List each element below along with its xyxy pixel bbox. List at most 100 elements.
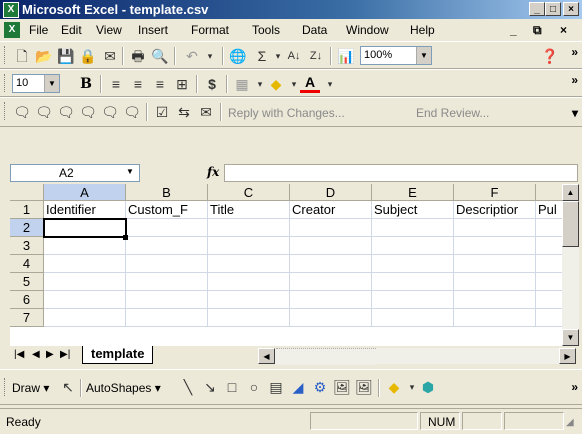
- toolbar-options-icon[interactable]: »: [571, 380, 578, 394]
- show-all-comments-icon[interactable]: 🗨: [100, 102, 120, 122]
- doc-restore-button[interactable]: ⧉: [533, 23, 542, 38]
- send-to-mail-recipient-icon[interactable]: ✉: [196, 102, 216, 122]
- last-sheet-icon[interactable]: ▶|: [60, 349, 70, 360]
- cell-c4[interactable]: [208, 255, 290, 273]
- 3d-style-icon[interactable]: ⬢: [418, 377, 438, 397]
- cell-e3[interactable]: [372, 237, 454, 255]
- vertical-scrollbar[interactable]: ▲ ▼: [562, 184, 579, 346]
- cell-a6[interactable]: [44, 291, 126, 309]
- cell-f2[interactable]: [454, 219, 536, 237]
- menu-format[interactable]: Format: [191, 23, 229, 37]
- cell-f6[interactable]: [454, 291, 536, 309]
- toolbar-grip[interactable]: [4, 46, 8, 64]
- menu-edit[interactable]: Edit: [61, 23, 82, 37]
- cell-d6[interactable]: [290, 291, 372, 309]
- cell-c1[interactable]: Title: [208, 201, 290, 219]
- column-header-a[interactable]: A: [44, 184, 126, 201]
- doc-close-button[interactable]: ×: [560, 23, 567, 37]
- chevron-down-icon[interactable]: ▼: [44, 75, 59, 92]
- cell-d5[interactable]: [290, 273, 372, 291]
- previous-comment-icon[interactable]: 🗨: [34, 102, 54, 122]
- cell-c2[interactable]: [208, 219, 290, 237]
- merge-center-icon[interactable]: ⊞: [172, 74, 192, 94]
- cell-g1[interactable]: Pul: [536, 201, 562, 219]
- insert-function-icon[interactable]: fx: [207, 165, 219, 179]
- cell-d3[interactable]: [290, 237, 372, 255]
- cell-e2[interactable]: [372, 219, 454, 237]
- close-button[interactable]: ×: [563, 2, 579, 16]
- cell-a1[interactable]: Identifier: [44, 201, 126, 219]
- undo-dropdown-icon[interactable]: ▾: [200, 46, 220, 66]
- picture-icon[interactable]: 🖼: [354, 377, 374, 397]
- row-header-7[interactable]: 7: [10, 309, 44, 327]
- cell-f4[interactable]: [454, 255, 536, 273]
- reply-with-changes-button[interactable]: Reply with Changes...: [228, 106, 345, 120]
- menu-file[interactable]: File: [29, 23, 48, 37]
- row-header-4[interactable]: 4: [10, 255, 44, 273]
- name-box-dropdown-icon[interactable]: ▼: [126, 167, 134, 176]
- cell-f1[interactable]: Descriptior: [454, 201, 536, 219]
- cell-f3[interactable]: [454, 237, 536, 255]
- cell-d7[interactable]: [290, 309, 372, 327]
- vertical-scroll-thumb[interactable]: [562, 201, 579, 247]
- cell-b1[interactable]: Custom_F: [126, 201, 208, 219]
- cell-e7[interactable]: [372, 309, 454, 327]
- toolbar-grip[interactable]: [4, 378, 8, 396]
- cell-b2[interactable]: [126, 219, 208, 237]
- oval-icon[interactable]: ○: [244, 377, 264, 397]
- bold-button[interactable]: B: [76, 74, 96, 94]
- cell-g4[interactable]: [536, 255, 562, 273]
- cell-f5[interactable]: [454, 273, 536, 291]
- first-sheet-icon[interactable]: |◀: [14, 349, 24, 360]
- cell-d2[interactable]: [290, 219, 372, 237]
- formula-input[interactable]: [224, 164, 578, 182]
- fill-color-icon[interactable]: ◆: [266, 74, 286, 94]
- cell-c6[interactable]: [208, 291, 290, 309]
- sort-ascending-icon[interactable]: A↓: [284, 46, 304, 66]
- row-header-1[interactable]: 1: [10, 201, 44, 219]
- previous-sheet-icon[interactable]: ◀: [32, 349, 40, 360]
- cell-b4[interactable]: [126, 255, 208, 273]
- print-preview-icon[interactable]: 🔍: [150, 46, 170, 66]
- cell-a4[interactable]: [44, 255, 126, 273]
- zoom-combo[interactable]: 100% ▼: [360, 46, 432, 65]
- delete-comment-icon[interactable]: 🗨: [122, 102, 142, 122]
- cell-d1[interactable]: Creator: [290, 201, 372, 219]
- show-comment-icon[interactable]: 🗨: [78, 102, 98, 122]
- scroll-right-icon[interactable]: ▶: [559, 348, 576, 364]
- cell-b6[interactable]: [126, 291, 208, 309]
- column-header-d[interactable]: D: [290, 184, 372, 201]
- active-cell[interactable]: [43, 218, 127, 238]
- row-header-5[interactable]: 5: [10, 273, 44, 291]
- cell-b7[interactable]: [126, 309, 208, 327]
- select-objects-icon[interactable]: ↖: [58, 377, 78, 397]
- align-left-icon[interactable]: ≡: [106, 74, 126, 94]
- horizontal-scrollbar[interactable]: ◀ ▶: [258, 348, 576, 365]
- help-icon[interactable]: ❓: [540, 46, 560, 66]
- select-all-button[interactable]: [10, 184, 44, 201]
- cell-e6[interactable]: [372, 291, 454, 309]
- line-icon[interactable]: ╲: [178, 377, 198, 397]
- hyperlink-icon[interactable]: 🌐: [228, 46, 248, 66]
- font-color-dropdown-icon[interactable]: ▾: [320, 74, 340, 94]
- toolbar-options-icon[interactable]: »: [571, 45, 578, 59]
- restore-button[interactable]: □: [545, 2, 561, 16]
- cell-b5[interactable]: [126, 273, 208, 291]
- next-comment-icon[interactable]: 🗨: [56, 102, 76, 122]
- next-sheet-icon[interactable]: ▶: [46, 349, 54, 360]
- draw-menu-button[interactable]: Draw ▾: [12, 381, 49, 395]
- menu-view[interactable]: View: [96, 23, 122, 37]
- workbook-icon[interactable]: X: [4, 22, 20, 38]
- column-header-f[interactable]: F: [454, 184, 536, 201]
- column-header-g[interactable]: [536, 184, 562, 201]
- borders-icon[interactable]: ▦: [232, 74, 252, 94]
- cell-e5[interactable]: [372, 273, 454, 291]
- open-icon[interactable]: 📂: [34, 46, 54, 66]
- cell-g2[interactable]: [536, 219, 562, 237]
- column-header-e[interactable]: E: [372, 184, 454, 201]
- cell-g5[interactable]: [536, 273, 562, 291]
- rectangle-icon[interactable]: □: [222, 377, 242, 397]
- excel-icon[interactable]: X: [3, 2, 19, 18]
- email-icon[interactable]: ✉: [100, 46, 120, 66]
- chevron-down-icon[interactable]: ▼: [416, 47, 431, 64]
